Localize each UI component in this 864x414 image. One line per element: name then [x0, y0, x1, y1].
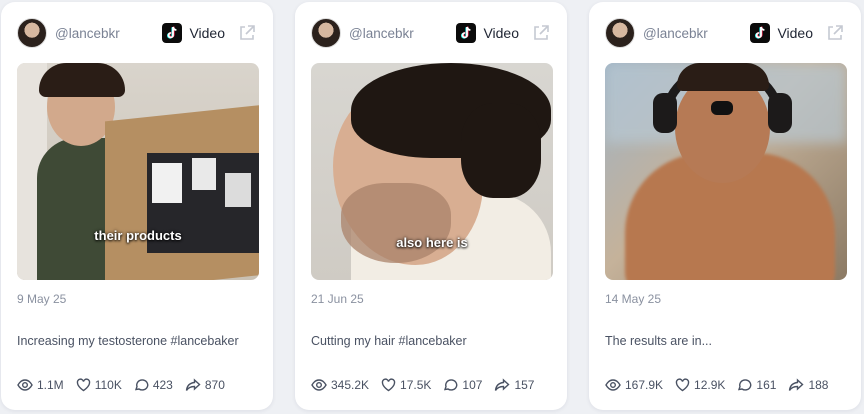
- external-link-icon[interactable]: [531, 23, 551, 43]
- eye-icon: [605, 379, 621, 391]
- comment-icon: [738, 379, 752, 391]
- card-header: @lancebkr Video: [605, 16, 845, 50]
- creator-handle[interactable]: @lancebkr: [55, 26, 162, 41]
- shares-count: 188: [808, 378, 829, 392]
- comment-icon: [134, 379, 149, 391]
- heart-icon: [76, 378, 90, 392]
- platform-label: Video: [189, 25, 225, 41]
- card-header: @lancebkr Video: [311, 16, 551, 50]
- shares-count: 870: [204, 378, 225, 392]
- engagement-stats: 167.9K 12.9K 161 188: [605, 378, 840, 392]
- platform-label: Video: [777, 25, 813, 41]
- tiktok-icon: [750, 23, 771, 43]
- comments-stat: 107: [443, 378, 482, 392]
- share-icon: [495, 378, 510, 391]
- video-card[interactable]: @lancebkr Video 14 May 25 The results ar…: [589, 2, 861, 410]
- views-stat: 167.9K: [605, 378, 663, 392]
- avatar[interactable]: [17, 18, 47, 48]
- comments-stat: 161: [737, 378, 776, 392]
- shares-count: 157: [514, 378, 535, 392]
- creator-handle[interactable]: @lancebkr: [643, 26, 750, 41]
- engagement-stats: 1.1M 110K 423 870: [17, 378, 237, 392]
- engagement-stats: 345.2K 17.5K 107 157: [311, 378, 546, 392]
- eye-icon: [311, 379, 327, 391]
- video-caption-overlay: also here is: [396, 235, 468, 250]
- likes-count: 110K: [94, 378, 122, 392]
- likes-stat: 110K: [76, 378, 122, 392]
- views-stat: 345.2K: [311, 378, 369, 392]
- shares-stat: 188: [788, 378, 828, 392]
- views-count: 1.1M: [37, 378, 64, 392]
- post-description: Increasing my testosterone #lancebaker: [17, 334, 239, 348]
- avatar[interactable]: [605, 18, 635, 48]
- shares-stat: 870: [185, 378, 225, 392]
- tiktok-icon: [456, 23, 477, 43]
- comments-count: 161: [756, 378, 777, 392]
- share-icon: [185, 378, 201, 391]
- external-link-icon[interactable]: [825, 23, 845, 43]
- eye-icon: [17, 379, 33, 391]
- views-count: 167.9K: [625, 378, 664, 392]
- heart-icon: [381, 378, 396, 392]
- likes-stat: 17.5K: [381, 378, 431, 392]
- video-card[interactable]: @lancebkr Video their products 9 May 25 …: [1, 2, 273, 410]
- comment-icon: [444, 379, 458, 391]
- avatar[interactable]: [311, 18, 341, 48]
- comments-stat: 423: [134, 378, 173, 392]
- tiktok-icon: [162, 23, 183, 43]
- views-stat: 1.1M: [17, 378, 64, 392]
- platform-label: Video: [483, 25, 519, 41]
- creator-handle[interactable]: @lancebkr: [349, 26, 456, 41]
- comments-count: 423: [152, 378, 173, 392]
- post-description: The results are in...: [605, 334, 712, 348]
- card-header: @lancebkr Video: [17, 16, 257, 50]
- post-date: 9 May 25: [17, 292, 67, 306]
- share-icon: [789, 378, 804, 391]
- likes-stat: 12.9K: [675, 378, 725, 392]
- post-date: 21 Jun 25: [311, 292, 364, 306]
- video-thumbnail[interactable]: also here is: [311, 63, 553, 280]
- post-date: 14 May 25: [605, 292, 662, 306]
- heart-icon: [675, 378, 690, 392]
- external-link-icon[interactable]: [237, 23, 257, 43]
- video-caption-overlay: their products: [94, 228, 182, 243]
- likes-count: 12.9K: [694, 378, 726, 392]
- comments-count: 107: [462, 378, 483, 392]
- video-card[interactable]: @lancebkr Video also here is 21 Jun 25 C…: [295, 2, 567, 410]
- likes-count: 17.5K: [400, 378, 432, 392]
- shares-stat: 157: [494, 378, 534, 392]
- video-thumbnail[interactable]: [605, 63, 847, 280]
- post-description: Cutting my hair #lancebaker: [311, 334, 467, 348]
- video-thumbnail[interactable]: their products: [17, 63, 259, 280]
- views-count: 345.2K: [331, 378, 370, 392]
